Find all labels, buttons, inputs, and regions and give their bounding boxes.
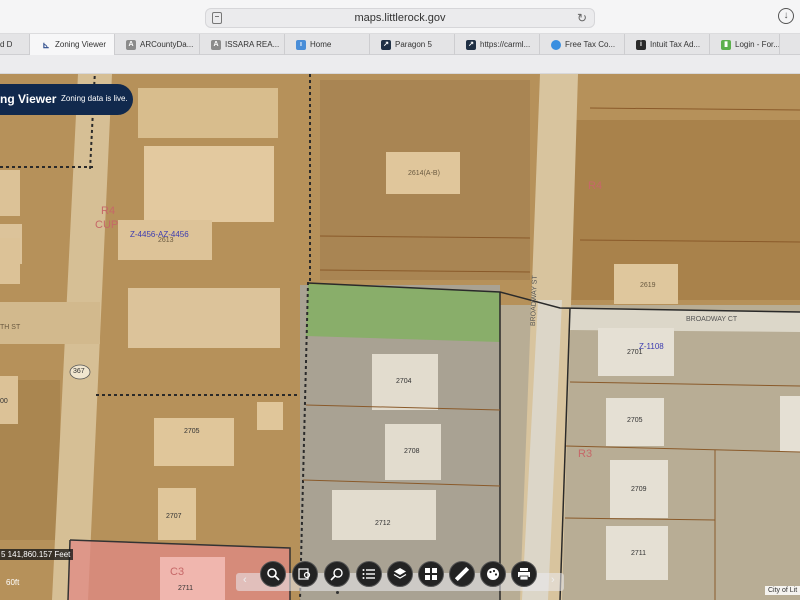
toolbar-strip <box>0 55 800 74</box>
street-label: BROADWAY CT <box>686 316 738 323</box>
search-parcel-icon <box>330 568 343 581</box>
tab-1[interactable]: d D <box>0 34 30 55</box>
address-label: 2711 <box>178 585 194 592</box>
chevron-left-icon[interactable]: ‹ <box>243 574 247 586</box>
address-label: 2705 <box>184 428 200 435</box>
tab-label: Zoning Viewer <box>55 40 106 49</box>
status-text: Zoning data is live. <box>61 94 128 103</box>
tab-label: ISSARA REA... <box>225 40 280 49</box>
browser-toolbar: maps.littlerock.gov ↻ ↓ <box>0 0 800 34</box>
address-label: 2613 <box>158 237 174 244</box>
print-tool-button[interactable] <box>511 561 537 587</box>
paragon-icon: ↗ <box>381 40 391 50</box>
measure-tool-button[interactable] <box>449 561 475 587</box>
address-label: 2711 <box>631 550 647 557</box>
attribution: City of Lit <box>765 586 800 595</box>
chevron-right-icon[interactable]: › <box>551 574 555 586</box>
search-icon <box>267 568 280 581</box>
zone-label: CUP <box>95 219 119 231</box>
address-label: 2614(A-B) <box>408 170 440 177</box>
tab-paragon[interactable]: ↗ Paragon 5 <box>370 34 455 55</box>
layers-tool-button[interactable] <box>387 561 413 587</box>
grid-icon <box>425 568 437 580</box>
tab-home[interactable]: ı Home <box>285 34 370 55</box>
tab-label: Paragon 5 <box>395 40 432 49</box>
tab-label: ARCountyDa... <box>140 40 194 49</box>
tab-label: https://carml... <box>480 40 531 49</box>
search-parcel-tool-button[interactable] <box>324 561 350 594</box>
page-icon <box>212 12 222 24</box>
palette-icon <box>487 568 499 580</box>
map-view[interactable]: R4 CUP R4 R3 C3 Z-4456-AZ-4456 Z-1108 TH… <box>0 74 800 600</box>
ruler-icon <box>454 566 470 582</box>
street-label: TH ST <box>0 324 21 331</box>
address-label: 2708 <box>404 448 420 455</box>
tab-label: Login - For... <box>735 40 780 49</box>
address-label: 2712 <box>375 520 391 527</box>
address-bar[interactable]: maps.littlerock.gov ↻ <box>205 8 595 28</box>
scale-bar: 60ft <box>6 578 20 587</box>
draw-tool-button[interactable] <box>480 561 506 587</box>
zoning-viewer-icon: ⊾ <box>42 40 50 50</box>
tab-login[interactable]: ▮ Login - For... <box>710 34 780 55</box>
layers-icon <box>393 568 407 579</box>
address-label: 2701 <box>627 349 643 356</box>
map-canvas <box>0 74 800 600</box>
address-label: 2619 <box>640 282 656 289</box>
address-label: 2707 <box>166 513 182 520</box>
login-icon: ▮ <box>721 40 731 50</box>
list-icon <box>362 569 375 579</box>
print-icon <box>518 568 530 581</box>
app-banner: ng Viewer Zoning data is live. <box>0 84 133 115</box>
search-tool-button[interactable] <box>260 561 286 587</box>
address-label: 2709 <box>631 486 647 493</box>
coordinate-readout: 5 141,860.157 Feet <box>0 549 74 560</box>
download-icon[interactable]: ↓ <box>778 8 794 24</box>
globe-icon <box>551 40 561 50</box>
url-text: maps.littlerock.gov <box>354 12 446 24</box>
identify-tool-button[interactable] <box>292 561 318 587</box>
home-icon: ı <box>296 40 306 50</box>
identify-icon <box>298 568 311 580</box>
tab-arcountydata[interactable]: A ARCountyDa... <box>115 34 200 55</box>
letter-a-icon: A <box>126 40 136 50</box>
tab-zoning-viewer[interactable]: ⊾ Zoning Viewer <box>30 34 115 55</box>
tab-label: Home <box>310 40 332 49</box>
tab-bar: d D ⊾ Zoning Viewer A ARCountyDa... A ISSAR… <box>0 34 800 55</box>
tab-free-tax[interactable]: Free Tax Co... <box>540 34 625 55</box>
zone-label: R4 <box>101 205 116 217</box>
zone-label: R4 <box>588 180 603 192</box>
address-label: 2705 <box>627 417 643 424</box>
tab-carml[interactable]: ↗ https://carml... <box>455 34 540 55</box>
tab-label: d D <box>0 40 13 49</box>
zone-label: R3 <box>578 448 593 460</box>
tab-label: Intuit Tax Ad... <box>650 40 701 49</box>
tab-issara[interactable]: A ISSARA REA... <box>200 34 285 55</box>
tab-intuit[interactable]: i Intuit Tax Ad... <box>625 34 710 55</box>
zone-label: C3 <box>170 566 185 578</box>
reload-icon[interactable]: ↻ <box>577 9 587 27</box>
address-label: 2704 <box>396 378 412 385</box>
app-title: ng Viewer <box>0 92 57 106</box>
tab-label: Free Tax Co... <box>565 40 616 49</box>
legend-tool-button[interactable] <box>356 561 382 587</box>
highway-shield-label: 367 <box>73 368 85 375</box>
basemap-tool-button[interactable] <box>418 561 444 587</box>
letter-a-icon: A <box>211 40 221 50</box>
address-label: 00 <box>0 398 8 405</box>
chart-icon: ↗ <box>466 40 476 50</box>
intuit-icon: i <box>636 40 646 50</box>
